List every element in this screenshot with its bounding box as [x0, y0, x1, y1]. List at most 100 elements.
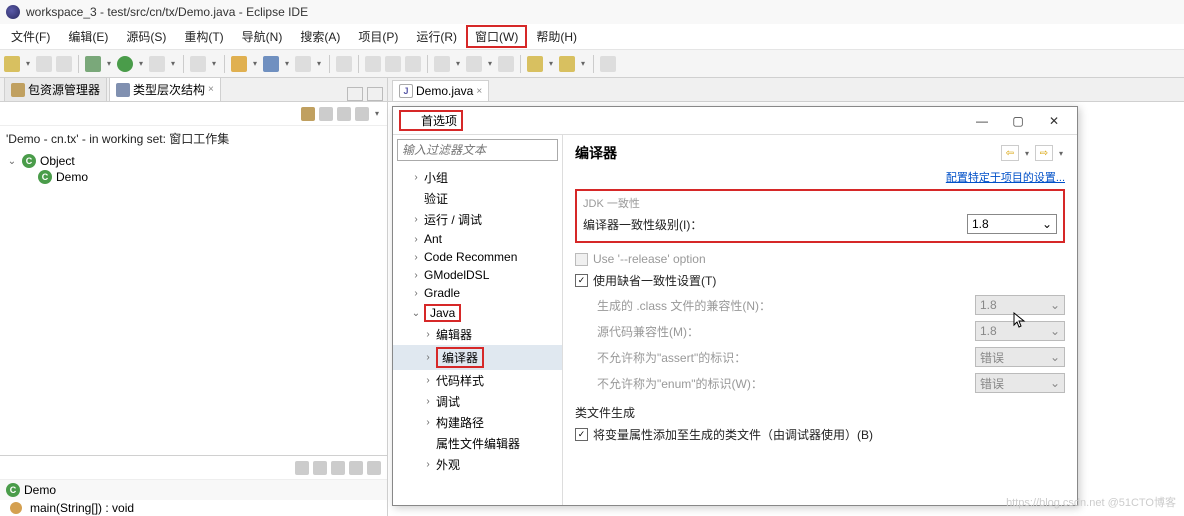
prefs-tree-item[interactable]: ›编辑器 [393, 324, 562, 345]
hide-fields-icon[interactable] [313, 461, 327, 475]
open-type-icon[interactable] [295, 56, 311, 72]
add-var-checkbox[interactable]: ✓ [575, 428, 588, 441]
menu-search[interactable]: 搜索(A) [291, 25, 349, 48]
debug-icon[interactable] [85, 56, 101, 72]
default-settings-checkbox[interactable]: ✓ [575, 274, 588, 287]
expander-icon[interactable]: ⌄ [411, 308, 421, 319]
hide-nonpublic-icon[interactable] [349, 461, 363, 475]
type-hierarchy-tree[interactable]: ⌄ C Object C Demo [0, 151, 387, 187]
expander-icon[interactable]: › [411, 252, 421, 263]
tree-item-label: 外观 [436, 456, 460, 473]
tree-row[interactable]: C Demo [6, 169, 381, 185]
annotation-icon[interactable] [434, 56, 450, 72]
hide-static-icon[interactable] [331, 461, 345, 475]
expander-icon[interactable]: › [423, 352, 433, 363]
external-tools-icon[interactable] [190, 56, 206, 72]
prefs-tree-item[interactable]: ›小组 [393, 167, 562, 188]
expander-icon[interactable]: ⌄ [6, 156, 18, 167]
menu-window[interactable]: 窗口(W) [466, 25, 527, 48]
view-menu-icon[interactable]: ▾ [373, 106, 381, 122]
compliance-level-select[interactable]: 1.8 ⌄ [967, 214, 1057, 234]
prefs-tree-item[interactable]: 属性文件编辑器 [393, 433, 562, 454]
prefs-tree-item[interactable]: ›GModelDSL [393, 266, 562, 284]
prefs-tree-item[interactable]: ›Gradle [393, 284, 562, 302]
prefs-tree-item[interactable]: ›代码样式 [393, 370, 562, 391]
tree-row[interactable]: ⌄ C Object [6, 153, 381, 169]
expander-icon[interactable]: › [411, 172, 421, 183]
back-icon[interactable] [527, 56, 543, 72]
prefs-tree-item[interactable]: ›运行 / 调试 [393, 209, 562, 230]
method-row[interactable]: main(String[]) : void [0, 500, 387, 516]
save-all-icon[interactable] [56, 56, 72, 72]
expander-icon[interactable]: › [411, 270, 421, 281]
maximize-view-icon[interactable] [367, 87, 383, 101]
forward-icon[interactable] [559, 56, 575, 72]
hide-local-icon[interactable] [367, 461, 381, 475]
prefs-tree-item[interactable]: ⌄Java [393, 302, 562, 324]
prev-annotation-icon[interactable] [498, 56, 514, 72]
prefs-tree-item[interactable]: ›调试 [393, 391, 562, 412]
close-icon[interactable]: × [476, 86, 482, 97]
toggle-breakpoint-icon[interactable] [365, 56, 381, 72]
back-arrow-icon[interactable]: ⇦ [1001, 145, 1019, 161]
class-icon: C [6, 483, 20, 497]
new-class-icon[interactable] [263, 56, 279, 72]
hierarchy-mode-icon[interactable] [301, 107, 315, 121]
class-compat-label: 生成的 .class 文件的兼容性(N)： [575, 297, 975, 314]
tab-type-hierarchy[interactable]: 类型层次结构 × [109, 77, 221, 101]
expander-icon[interactable]: › [423, 417, 433, 428]
dialog-titlebar[interactable]: 首选项 — ▢ ✕ [393, 107, 1077, 135]
minimize-button[interactable]: — [965, 110, 999, 132]
last-edit-icon[interactable] [600, 56, 616, 72]
editor-tab-demo[interactable]: J Demo.java × [392, 80, 489, 101]
menu-help[interactable]: 帮助(H) [527, 25, 586, 48]
prefs-tree-item[interactable]: ›Ant [393, 230, 562, 248]
dropdown-icon[interactable]: ▾ [24, 56, 32, 72]
prefs-tree-panel: ›小组验证›运行 / 调试›Ant›Code Recommen›GModelDS… [393, 135, 563, 505]
history-icon[interactable] [355, 107, 369, 121]
expander-icon[interactable]: › [411, 288, 421, 299]
prefs-tree-item[interactable]: ›构建路径 [393, 412, 562, 433]
prefs-tree-item[interactable]: 验证 [393, 188, 562, 209]
supertype-icon[interactable] [319, 107, 333, 121]
search-icon[interactable] [336, 56, 352, 72]
expander-icon[interactable]: › [423, 375, 433, 386]
project-specific-link[interactable]: 配置特定于项目的设置... [575, 169, 1065, 185]
expander-icon[interactable]: › [411, 234, 421, 245]
forward-arrow-icon[interactable]: ⇨ [1035, 145, 1053, 161]
save-icon[interactable] [36, 56, 52, 72]
prefs-tree-item[interactable]: ›编译器 [393, 345, 562, 370]
close-icon[interactable]: × [208, 84, 214, 95]
expander-icon[interactable]: › [423, 459, 433, 470]
menu-edit[interactable]: 编辑(E) [59, 25, 117, 48]
pin-icon[interactable] [405, 56, 421, 72]
main-menubar: 文件(F) 编辑(E) 源码(S) 重构(T) 导航(N) 搜索(A) 项目(P… [0, 24, 1184, 50]
tree-item-label: 代码样式 [436, 372, 484, 389]
menu-file[interactable]: 文件(F) [2, 25, 59, 48]
skip-breakpoints-icon[interactable] [385, 56, 401, 72]
menu-source[interactable]: 源码(S) [117, 25, 175, 48]
filter-input[interactable] [397, 139, 558, 161]
menu-refactor[interactable]: 重构(T) [175, 25, 232, 48]
expander-icon[interactable]: › [423, 329, 433, 340]
menu-navigate[interactable]: 导航(N) [233, 25, 292, 48]
coverage-icon[interactable] [149, 56, 165, 72]
expander-icon[interactable]: › [411, 214, 421, 225]
close-button[interactable]: ✕ [1037, 110, 1071, 132]
sort-icon[interactable] [295, 461, 309, 475]
next-annotation-icon[interactable] [466, 56, 482, 72]
prefs-tree[interactable]: ›小组验证›运行 / 调试›Ant›Code Recommen›GModelDS… [393, 165, 562, 477]
minimize-view-icon[interactable] [347, 87, 363, 101]
menu-project[interactable]: 项目(P) [349, 25, 407, 48]
menu-run[interactable]: 运行(R) [407, 25, 466, 48]
tree-label: Demo [56, 170, 88, 184]
new-package-icon[interactable] [231, 56, 247, 72]
subtype-icon[interactable] [337, 107, 351, 121]
maximize-button[interactable]: ▢ [1001, 110, 1035, 132]
prefs-tree-item[interactable]: ›Code Recommen [393, 248, 562, 266]
expander-icon[interactable]: › [423, 396, 433, 407]
new-icon[interactable] [4, 56, 20, 72]
tab-package-explorer[interactable]: 包资源管理器 [4, 77, 107, 101]
run-icon[interactable] [117, 56, 133, 72]
prefs-tree-item[interactable]: ›外观 [393, 454, 562, 475]
